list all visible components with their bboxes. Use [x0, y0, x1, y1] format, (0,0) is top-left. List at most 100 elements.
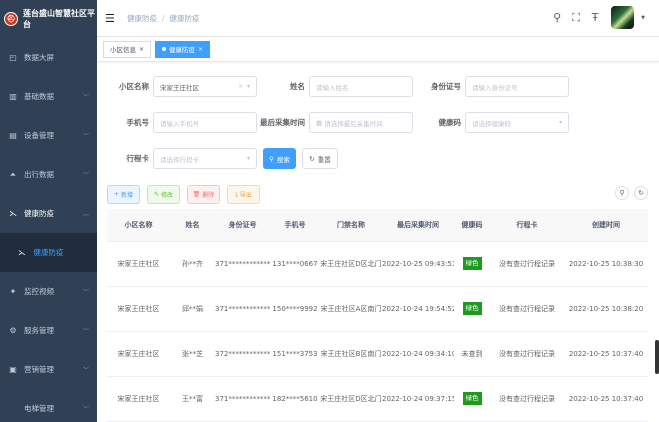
- hamburger-icon[interactable]: ☰: [105, 12, 115, 25]
- service-icon: ⚙: [9, 326, 17, 335]
- name-input[interactable]: 请输入姓名: [309, 76, 413, 97]
- cell-community: 宋家王庄社区: [107, 241, 170, 287]
- chevron-down-icon: ﹀: [82, 94, 89, 101]
- reset-button[interactable]: ↻ 重置: [302, 148, 338, 169]
- trip-card-label: 行程卡: [126, 154, 150, 163]
- clear-chevron-icon[interactable]: × ▾: [238, 83, 250, 90]
- logo-icon: ⛑: [4, 12, 18, 26]
- health-code-badge: 绿色: [462, 302, 482, 315]
- community-select[interactable]: 宋家王庄社区 × ▾: [153, 76, 257, 97]
- health-code-badge: 绿色: [462, 392, 482, 405]
- download-icon: ⤓: [235, 190, 238, 198]
- search-icon: ⚲: [269, 154, 274, 163]
- cell-trip: 没有查过行程记录: [490, 376, 564, 422]
- scrollbar[interactable]: [655, 340, 659, 374]
- delete-button[interactable]: 🗑 删除: [187, 185, 220, 204]
- breadcrumb-item[interactable]: 健康防疫: [127, 14, 157, 23]
- health-code-select[interactable]: 请选择健康码 ▾: [465, 112, 569, 133]
- tag-community-info[interactable]: 小区信息 ×: [103, 40, 152, 58]
- table-row[interactable]: 宋家王庄社区邱**娟371************...150****9992宋…: [107, 286, 648, 332]
- sidebar-item[interactable]: ⚙ 服务管理 ﹀: [0, 311, 97, 350]
- sidebar-item[interactable]: ◰ 数据大屏: [0, 38, 97, 77]
- edit-icon: ✎: [153, 191, 159, 198]
- edit-button-label: 修改: [161, 192, 174, 199]
- cell-created: 2022-10-25 10:38:30: [564, 241, 648, 287]
- health-code-badge: 绿色: [462, 257, 482, 270]
- font-size-icon[interactable]: Ŧ: [589, 11, 601, 24]
- sidebar-item[interactable]: ⋋ 健康防疫 ︿: [0, 194, 97, 233]
- column-header: 最后采集时间: [382, 209, 454, 242]
- cell-health: 绿色: [454, 241, 490, 287]
- last-time-picker[interactable]: ▦ 请选择最后采集时间: [309, 112, 413, 133]
- cell-community: 宋家王庄社区: [107, 331, 170, 377]
- sidebar-subitem-label: 健康防疫: [33, 248, 64, 257]
- table-row[interactable]: 宋家王庄社区张**芝372************...151****3753宋…: [107, 331, 648, 377]
- cell-gate: 宋王庄社区A区南门: [320, 286, 382, 332]
- export-button[interactable]: ⤓ 导出: [227, 185, 260, 204]
- navbar-right: ⚲ ⛶ Ŧ ▼: [551, 6, 645, 29]
- add-button[interactable]: + 新增: [107, 185, 140, 204]
- cell-name: 孙**齐: [170, 241, 215, 287]
- column-header: 手机号: [270, 209, 320, 242]
- search-button[interactable]: ⚲ 搜索: [263, 148, 296, 169]
- cell-last-time: 2022-10-24 09:37:15: [382, 376, 454, 422]
- cell-name: 张**芝: [170, 331, 215, 377]
- fullscreen-icon[interactable]: ⛶: [570, 11, 582, 25]
- sidebar-item[interactable]: ⏶ 出行数据 ﹀: [0, 155, 97, 194]
- market-icon: ▣: [9, 365, 17, 374]
- sidebar-item-label: 监控视频: [24, 287, 54, 296]
- avatar[interactable]: [611, 6, 635, 29]
- trip-card-placeholder: 请选择行程卡: [160, 155, 199, 164]
- table-row[interactable]: 宋家王庄社区王**富371************...182****5610宋…: [107, 376, 648, 422]
- cell-last-time: 2022-10-25 09:43:51: [382, 241, 454, 287]
- tags-view: 小区信息 × 健康防疫 ×: [97, 37, 659, 62]
- community-select-value: 宋家王庄社区: [160, 83, 199, 92]
- table-row[interactable]: 宋家王庄社区孙**齐371************...131****0667宋…: [107, 241, 648, 287]
- health-icon: ⋋: [18, 248, 26, 257]
- chart-icon: ▥: [9, 92, 17, 101]
- cell-trip: 没有查过行程记录: [490, 241, 564, 287]
- device-icon: ▤: [9, 131, 17, 140]
- sidebar-item[interactable]: ▥ 基础数据 ﹀: [0, 77, 97, 116]
- close-icon[interactable]: ×: [139, 46, 144, 53]
- sidebar-item[interactable]: 电梯管理 ﹀: [0, 389, 97, 422]
- sidebar-item[interactable]: ▣ 营销管理 ﹀: [0, 350, 97, 389]
- cell-gate: 宋王庄社区D区北门: [320, 376, 382, 422]
- sidebar-item[interactable]: ▤ 设备管理 ﹀: [0, 116, 97, 155]
- cell-created: 2022-10-25 10:38:20: [564, 286, 648, 332]
- cell-health: 绿色: [454, 286, 490, 332]
- caret-down-icon[interactable]: ▼: [641, 15, 645, 21]
- camera-icon: ✦: [9, 287, 17, 296]
- column-header: 姓名: [170, 209, 215, 242]
- sidebar-item-label: 数据大屏: [24, 53, 54, 62]
- trip-card-select[interactable]: 请选择行程卡 ▾: [153, 148, 257, 169]
- search-icon[interactable]: ⚲: [551, 11, 563, 24]
- cell-idcard: 371************...: [215, 376, 270, 422]
- health-icon: ⋋: [9, 209, 17, 218]
- edit-button[interactable]: ✎ 修改: [147, 185, 180, 204]
- cell-idcard: 371************...: [215, 241, 270, 287]
- chevron-down-icon: ▾: [558, 119, 562, 126]
- name-label: 姓名: [290, 82, 305, 91]
- idcard-input[interactable]: 请输入身份证号: [465, 76, 569, 97]
- sidebar-subitem[interactable]: ⋋ 健康防疫: [0, 233, 97, 272]
- sidebar-item[interactable]: ✦ 监控视频 ﹀: [0, 272, 97, 311]
- cell-community: 宋家王庄社区: [107, 286, 170, 332]
- refresh-icon[interactable]: ↻: [634, 186, 648, 200]
- cell-name: 王**富: [170, 376, 215, 422]
- toggle-search-icon[interactable]: ⚲: [615, 186, 629, 200]
- reset-button-label: 重置: [317, 155, 331, 164]
- phone-input[interactable]: 请输入手机号: [153, 112, 257, 133]
- main-content: 小区名称 宋家王庄社区 × ▾ 姓名 请输入姓名 身份证号 请输入身份证号 手机…: [97, 62, 659, 422]
- cell-created: 2022-10-25 10:37:40: [564, 376, 648, 422]
- chevron-down-icon: ﹀: [82, 406, 89, 413]
- health-code-placeholder: 请选择健康码: [472, 119, 511, 128]
- chevron-up-icon: ︿: [82, 211, 89, 218]
- close-icon[interactable]: ×: [198, 46, 203, 53]
- breadcrumb-item: 健康防疫: [169, 13, 200, 23]
- chevron-down-icon: ﹀: [82, 133, 89, 140]
- tag-health[interactable]: 健康防疫 ×: [155, 40, 211, 58]
- phone-input-placeholder: 请输入手机号: [160, 119, 199, 128]
- cell-gate: 宋王庄社区D区北门: [320, 241, 382, 287]
- chevron-down-icon: ﹀: [82, 367, 89, 374]
